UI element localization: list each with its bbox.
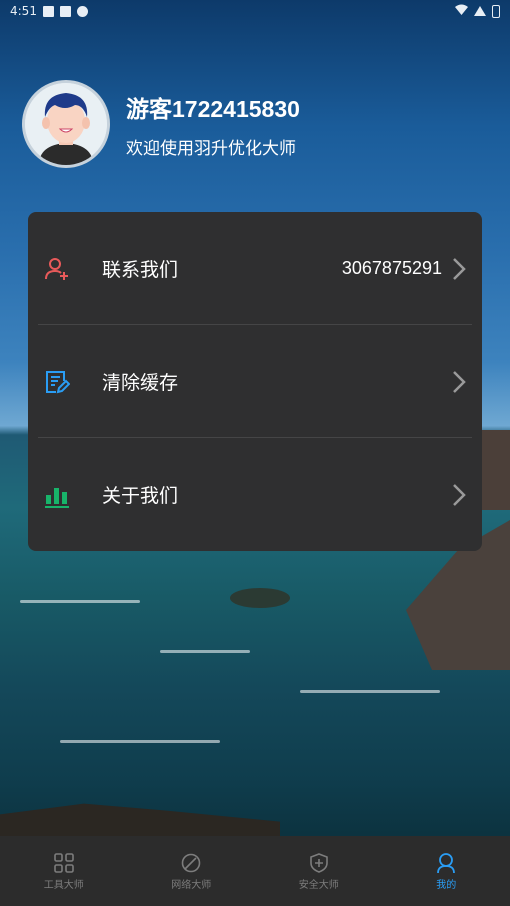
chevron-right-icon bbox=[452, 370, 466, 394]
notification-icon bbox=[42, 5, 54, 17]
person-icon bbox=[435, 852, 457, 874]
chevron-right-icon bbox=[452, 483, 466, 507]
grid-icon bbox=[53, 852, 75, 874]
edit-document-icon bbox=[44, 369, 71, 395]
tab-label: 工具大师 bbox=[43, 879, 84, 891]
tab-label: 我的 bbox=[436, 879, 457, 891]
background-rock bbox=[230, 588, 290, 608]
bar-chart-icon bbox=[44, 482, 70, 508]
status-bar: 4:51 bbox=[0, 0, 510, 22]
background-shore bbox=[0, 803, 280, 836]
tab-label: 网络大师 bbox=[171, 879, 212, 891]
notification-icon bbox=[59, 5, 71, 17]
menu-item-clear-cache[interactable]: 清除缓存 bbox=[28, 325, 482, 438]
background-wave bbox=[300, 690, 440, 693]
background-wave bbox=[160, 650, 250, 653]
leaf-icon bbox=[180, 852, 202, 874]
profile-header: 游客1722415830 欢迎使用羽升优化大师 bbox=[22, 80, 300, 168]
shield-icon bbox=[308, 852, 330, 874]
status-time: 4:51 bbox=[10, 4, 37, 18]
avatar[interactable] bbox=[22, 80, 110, 168]
menu-item-about-us[interactable]: 关于我们 bbox=[28, 438, 482, 551]
chevron-right-icon bbox=[452, 257, 466, 281]
contact-icon bbox=[44, 256, 70, 282]
screen: 4:51 游客1722415830 欢迎使用羽升优化大师 联系我们 306787… bbox=[0, 0, 510, 906]
settings-icon bbox=[76, 5, 88, 17]
user-name: 游客1722415830 bbox=[126, 95, 300, 122]
tab-network[interactable]: 网络大师 bbox=[128, 836, 256, 906]
menu-item-contact-us[interactable]: 联系我们 3067875291 bbox=[28, 212, 482, 325]
menu-item-label: 关于我们 bbox=[102, 485, 179, 507]
signal-icon bbox=[474, 6, 486, 16]
tab-mine[interactable]: 我的 bbox=[383, 836, 510, 906]
wifi-icon bbox=[455, 4, 468, 18]
menu-item-label: 联系我们 bbox=[102, 259, 179, 281]
tab-label: 安全大师 bbox=[298, 879, 339, 891]
background-wave bbox=[60, 740, 220, 743]
contact-number: 3067875291 bbox=[341, 258, 442, 278]
menu-item-label: 清除缓存 bbox=[102, 372, 179, 394]
tab-security[interactable]: 安全大师 bbox=[255, 836, 383, 906]
background-wave bbox=[20, 600, 140, 603]
welcome-text: 欢迎使用羽升优化大师 bbox=[126, 138, 296, 159]
tab-tools[interactable]: 工具大师 bbox=[0, 836, 128, 906]
menu-card: 联系我们 3067875291 清除缓存 关于我们 bbox=[28, 212, 482, 551]
battery-icon bbox=[492, 4, 500, 18]
bottom-navigation: 工具大师 网络大师 安全大师 我的 bbox=[0, 836, 510, 906]
